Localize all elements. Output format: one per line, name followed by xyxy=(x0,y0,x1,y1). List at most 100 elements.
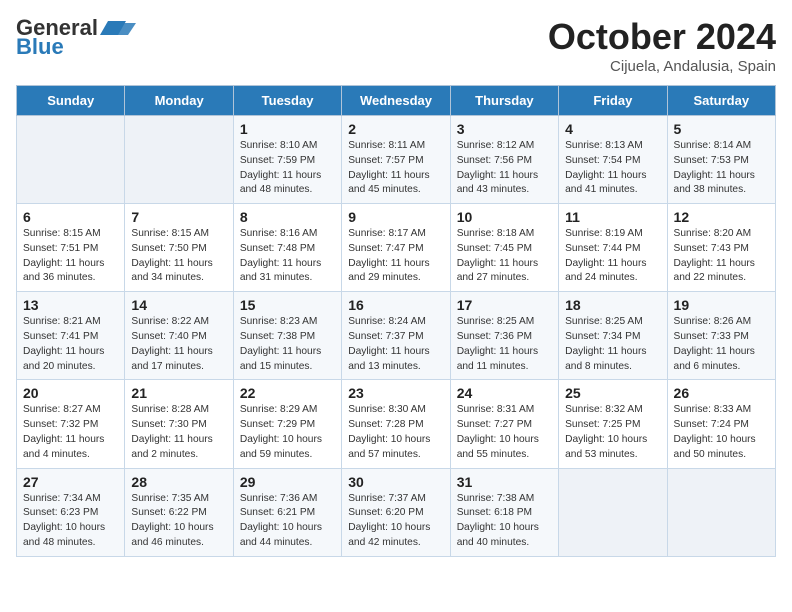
day-number: 16 xyxy=(348,297,444,313)
day-number: 10 xyxy=(457,209,553,225)
day-cell xyxy=(17,116,125,204)
header-day-saturday: Saturday xyxy=(667,86,775,116)
day-cell: 1 Sunrise: 8:10 AM Sunset: 7:59 PM Daylig… xyxy=(233,116,341,204)
header-day-thursday: Thursday xyxy=(450,86,558,116)
day-info: Sunrise: 8:29 AM Sunset: 7:29 PM Dayligh… xyxy=(240,403,336,462)
day-number: 19 xyxy=(674,297,770,313)
day-info: Sunrise: 8:25 AM Sunset: 7:34 PM Dayligh… xyxy=(565,315,661,374)
day-info: Sunrise: 7:38 AM Sunset: 6:18 PM Dayligh… xyxy=(457,492,553,551)
day-number: 22 xyxy=(240,385,336,401)
day-cell: 13 Sunrise: 8:21 AM Sunset: 7:41 PM Dayli… xyxy=(17,292,125,380)
week-row-4: 20 Sunrise: 8:27 AM Sunset: 7:32 PM Dayli… xyxy=(17,380,776,468)
day-info: Sunrise: 8:17 AM Sunset: 7:47 PM Dayligh… xyxy=(348,227,444,286)
day-cell: 24 Sunrise: 8:31 AM Sunset: 7:27 PM Dayli… xyxy=(450,380,558,468)
day-cell: 21 Sunrise: 8:28 AM Sunset: 7:30 PM Dayli… xyxy=(125,380,233,468)
day-info: Sunrise: 8:14 AM Sunset: 7:53 PM Dayligh… xyxy=(674,139,770,198)
day-cell: 11 Sunrise: 8:19 AM Sunset: 7:44 PM Dayli… xyxy=(559,204,667,292)
day-cell: 18 Sunrise: 8:25 AM Sunset: 7:34 PM Dayli… xyxy=(559,292,667,380)
day-cell: 25 Sunrise: 8:32 AM Sunset: 7:25 PM Dayli… xyxy=(559,380,667,468)
day-cell xyxy=(667,468,775,556)
day-info: Sunrise: 8:21 AM Sunset: 7:41 PM Dayligh… xyxy=(23,315,119,374)
day-info: Sunrise: 8:12 AM Sunset: 7:56 PM Dayligh… xyxy=(457,139,553,198)
day-cell: 16 Sunrise: 8:24 AM Sunset: 7:37 PM Dayli… xyxy=(342,292,450,380)
day-number: 24 xyxy=(457,385,553,401)
day-info: Sunrise: 7:35 AM Sunset: 6:22 PM Dayligh… xyxy=(131,492,227,551)
day-info: Sunrise: 8:23 AM Sunset: 7:38 PM Dayligh… xyxy=(240,315,336,374)
day-info: Sunrise: 8:18 AM Sunset: 7:45 PM Dayligh… xyxy=(457,227,553,286)
day-cell: 22 Sunrise: 8:29 AM Sunset: 7:29 PM Dayli… xyxy=(233,380,341,468)
day-number: 1 xyxy=(240,121,336,137)
calendar-table: SundayMondayTuesdayWednesdayThursdayFrid… xyxy=(16,85,776,557)
location-subtitle: Cijuela, Andalusia, Spain xyxy=(548,58,776,75)
day-info: Sunrise: 8:13 AM Sunset: 7:54 PM Dayligh… xyxy=(565,139,661,198)
day-info: Sunrise: 8:25 AM Sunset: 7:36 PM Dayligh… xyxy=(457,315,553,374)
logo-icon xyxy=(100,17,136,39)
day-cell: 12Sunrise: 8:20 AM Sunset: 7:43 PM Dayli… xyxy=(667,204,775,292)
day-cell: 7Sunrise: 8:15 AM Sunset: 7:50 PM Daylig… xyxy=(125,204,233,292)
day-cell xyxy=(125,116,233,204)
day-cell: 29Sunrise: 7:36 AM Sunset: 6:21 PM Dayli… xyxy=(233,468,341,556)
day-info: Sunrise: 8:19 AM Sunset: 7:44 PM Dayligh… xyxy=(565,227,661,286)
day-number: 3 xyxy=(457,121,553,137)
day-cell: 28 Sunrise: 7:35 AM Sunset: 6:22 PM Dayli… xyxy=(125,468,233,556)
day-cell: 17 Sunrise: 8:25 AM Sunset: 7:36 PM Dayli… xyxy=(450,292,558,380)
day-info: Sunrise: 8:30 AM Sunset: 7:28 PM Dayligh… xyxy=(348,403,444,462)
day-number: 28 xyxy=(131,474,227,490)
day-info: Sunrise: 8:16 AM Sunset: 7:48 PM Dayligh… xyxy=(240,227,336,286)
day-cell: 30 Sunrise: 7:37 AM Sunset: 6:20 PM Dayli… xyxy=(342,468,450,556)
day-number: 7 xyxy=(131,209,227,225)
day-number: 26 xyxy=(674,385,770,401)
day-number: 5 xyxy=(674,121,770,137)
day-cell: 14Sunrise: 8:22 AM Sunset: 7:40 PM Dayli… xyxy=(125,292,233,380)
day-cell: 6 Sunrise: 8:15 AM Sunset: 7:51 PM Daylig… xyxy=(17,204,125,292)
day-number: 4 xyxy=(565,121,661,137)
day-number: 11 xyxy=(565,209,661,225)
day-cell xyxy=(559,468,667,556)
day-number: 13 xyxy=(23,297,119,313)
day-cell: 19 Sunrise: 8:26 AM Sunset: 7:33 PM Dayli… xyxy=(667,292,775,380)
day-number: 30 xyxy=(348,474,444,490)
header-row: SundayMondayTuesdayWednesdayThursdayFrid… xyxy=(17,86,776,116)
day-info: Sunrise: 8:33 AM Sunset: 7:24 PM Dayligh… xyxy=(674,403,770,462)
day-number: 9 xyxy=(348,209,444,225)
day-info: Sunrise: 8:27 AM Sunset: 7:32 PM Dayligh… xyxy=(23,403,119,462)
day-info: Sunrise: 8:32 AM Sunset: 7:25 PM Dayligh… xyxy=(565,403,661,462)
day-number: 23 xyxy=(348,385,444,401)
day-info: Sunrise: 8:15 AM Sunset: 7:51 PM Dayligh… xyxy=(23,227,119,286)
day-info: Sunrise: 8:22 AM Sunset: 7:40 PM Dayligh… xyxy=(131,315,227,374)
day-info: Sunrise: 7:34 AM Sunset: 6:23 PM Dayligh… xyxy=(23,492,119,551)
day-cell: 31Sunrise: 7:38 AM Sunset: 6:18 PM Dayli… xyxy=(450,468,558,556)
day-cell: 5 Sunrise: 8:14 AM Sunset: 7:53 PM Daylig… xyxy=(667,116,775,204)
day-number: 27 xyxy=(23,474,119,490)
day-cell: 26 Sunrise: 8:33 AM Sunset: 7:24 PM Dayli… xyxy=(667,380,775,468)
day-number: 6 xyxy=(23,209,119,225)
header-day-tuesday: Tuesday xyxy=(233,86,341,116)
day-number: 29 xyxy=(240,474,336,490)
day-cell: 3 Sunrise: 8:12 AM Sunset: 7:56 PM Daylig… xyxy=(450,116,558,204)
header-day-sunday: Sunday xyxy=(17,86,125,116)
day-cell: 27 Sunrise: 7:34 AM Sunset: 6:23 PM Dayli… xyxy=(17,468,125,556)
day-info: Sunrise: 8:28 AM Sunset: 7:30 PM Dayligh… xyxy=(131,403,227,462)
header-day-friday: Friday xyxy=(559,86,667,116)
week-row-2: 6 Sunrise: 8:15 AM Sunset: 7:51 PM Daylig… xyxy=(17,204,776,292)
day-info: Sunrise: 8:10 AM Sunset: 7:59 PM Dayligh… xyxy=(240,139,336,198)
week-row-5: 27 Sunrise: 7:34 AM Sunset: 6:23 PM Dayli… xyxy=(17,468,776,556)
day-number: 15 xyxy=(240,297,336,313)
day-info: Sunrise: 8:26 AM Sunset: 7:33 PM Dayligh… xyxy=(674,315,770,374)
day-info: Sunrise: 8:11 AM Sunset: 7:57 PM Dayligh… xyxy=(348,139,444,198)
day-info: Sunrise: 8:31 AM Sunset: 7:27 PM Dayligh… xyxy=(457,403,553,462)
day-number: 18 xyxy=(565,297,661,313)
day-info: Sunrise: 7:37 AM Sunset: 6:20 PM Dayligh… xyxy=(348,492,444,551)
week-row-3: 13 Sunrise: 8:21 AM Sunset: 7:41 PM Dayli… xyxy=(17,292,776,380)
day-number: 25 xyxy=(565,385,661,401)
day-cell: 4 Sunrise: 8:13 AM Sunset: 7:54 PM Daylig… xyxy=(559,116,667,204)
day-number: 21 xyxy=(131,385,227,401)
day-number: 12 xyxy=(674,209,770,225)
day-cell: 23 Sunrise: 8:30 AM Sunset: 7:28 PM Dayli… xyxy=(342,380,450,468)
day-number: 8 xyxy=(240,209,336,225)
day-cell: 2Sunrise: 8:11 AM Sunset: 7:57 PM Daylig… xyxy=(342,116,450,204)
day-number: 17 xyxy=(457,297,553,313)
day-info: Sunrise: 8:24 AM Sunset: 7:37 PM Dayligh… xyxy=(348,315,444,374)
day-cell: 15 Sunrise: 8:23 AM Sunset: 7:38 PM Dayli… xyxy=(233,292,341,380)
day-number: 20 xyxy=(23,385,119,401)
